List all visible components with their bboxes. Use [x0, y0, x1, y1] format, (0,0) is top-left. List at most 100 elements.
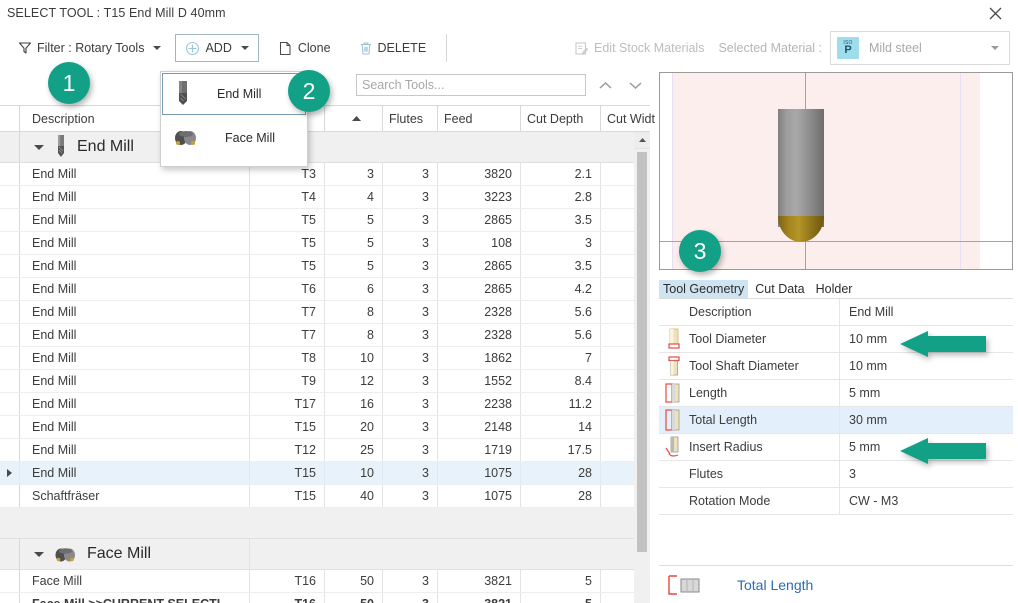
clone-label: Clone	[297, 41, 331, 55]
cell-description: End Mill	[20, 255, 250, 277]
cell-cut-depth: 3.5	[521, 255, 601, 277]
iso-material-badge: ISO P	[837, 37, 859, 59]
tab-holder[interactable]: Holder	[812, 280, 857, 298]
table-row[interactable]: End MillT912315528.43.6	[0, 370, 650, 393]
cell-feed: 3821	[438, 593, 521, 603]
callout-badge-1: 1	[48, 62, 90, 104]
material-select[interactable]: ISO P Mild steel	[830, 31, 1010, 65]
table-row[interactable]: SchaftfräserT1540310752812	[0, 485, 650, 508]
table-row[interactable]: End MillT78323285.62.4	[0, 324, 650, 347]
property-label: Tool Shaft Diameter	[689, 353, 840, 379]
tab-tool-geometry[interactable]: Tool Geometry	[659, 280, 749, 298]
cell-tool: T6	[250, 278, 325, 300]
add-dropdown-menu[interactable]: End Mill Face Mill	[160, 71, 308, 167]
grid-header-feed[interactable]: Feed	[438, 106, 521, 131]
chevron-down-icon[interactable]	[153, 46, 162, 50]
grid-group-row[interactable]: End Mill	[0, 132, 650, 163]
scroll-up-button[interactable]	[634, 132, 650, 149]
table-row[interactable]: End MillT66328654.21.8	[0, 278, 650, 301]
search-input[interactable]	[356, 74, 586, 96]
add-button[interactable]: ADD	[175, 34, 259, 62]
property-value[interactable]: 30 mm	[840, 407, 1013, 433]
row-indicator	[0, 255, 20, 277]
property-row[interactable]: Description End Mill	[659, 299, 1013, 326]
table-row[interactable]: End MillT17163223811.24.8	[0, 393, 650, 416]
select-tool-dialog: SELECT TOOL : T15 End Mill D 40mm Filter…	[0, 0, 1018, 603]
property-row[interactable]: Tool Shaft Diameter 10 mm	[659, 353, 1013, 380]
property-value[interactable]: 3	[840, 461, 1013, 487]
menu-item-end-mill[interactable]: End Mill	[162, 73, 306, 115]
grid-header-cut-depth[interactable]: Cut Depth	[521, 106, 601, 131]
table-row[interactable]: End MillT8103186273	[0, 347, 650, 370]
dialog-title: SELECT TOOL : T15 End Mill D 40mm	[7, 6, 226, 20]
property-row[interactable]: Length 5 mm	[659, 380, 1013, 407]
selected-material-label: Selected Material :	[718, 41, 822, 55]
property-value[interactable]: CW - M3	[840, 488, 1013, 514]
delete-button[interactable]: DELETE	[351, 34, 435, 62]
material-chevron-down-icon[interactable]	[991, 46, 999, 50]
grid-group-row[interactable]: Face Mill	[0, 539, 650, 570]
row-indicator	[0, 232, 20, 254]
cell-feed: 2865	[438, 255, 521, 277]
callout-badge-2: 2	[288, 70, 330, 112]
cell-diameter: 12	[325, 370, 383, 392]
annotation-arrow-tool-diameter	[898, 331, 988, 357]
cell-description: End Mill	[20, 324, 250, 346]
table-row[interactable]: End MillT44332232.81.2	[0, 186, 650, 209]
table-row[interactable]: End MillT78323285.62.4	[0, 301, 650, 324]
cell-description: Face Mill	[20, 570, 250, 592]
material-value: Mild steel	[869, 41, 922, 55]
edit-stock-materials-button[interactable]: Edit Stock Materials	[574, 41, 704, 56]
grid-header-diameter-sort[interactable]	[325, 106, 383, 131]
group-row-rest	[250, 539, 650, 569]
clone-button[interactable]: Clone	[271, 34, 339, 62]
filter-button[interactable]: Filter : Rotary Tools	[10, 34, 169, 62]
insert-radius-icon	[659, 434, 689, 460]
property-row[interactable]: Rotation Mode CW - M3	[659, 488, 1013, 515]
table-row[interactable]: End MillT55328653.51.5	[0, 209, 650, 232]
grid-body[interactable]: End MillEnd MillT33338202.10.9End MillT4…	[0, 132, 650, 603]
collapse-icon[interactable]	[34, 144, 44, 150]
grid-header-flutes[interactable]: Flutes	[383, 106, 438, 131]
none	[659, 299, 689, 325]
row-indicator	[0, 347, 20, 369]
table-row[interactable]: End MillT55328653.51.5	[0, 255, 650, 278]
annotation-arrow-insert-radius	[898, 438, 988, 464]
cell-flutes: 3	[383, 163, 438, 185]
table-row[interactable]: Face MillT165033821540	[0, 570, 650, 593]
property-label: Insert Radius	[689, 434, 840, 460]
property-row[interactable]: Flutes 3	[659, 461, 1013, 488]
property-value[interactable]: End Mill	[840, 299, 1013, 325]
cell-diameter: 50	[325, 570, 383, 592]
cell-tool: T17	[250, 393, 325, 415]
cell-diameter: 20	[325, 416, 383, 438]
cell-feed: 1075	[438, 462, 521, 484]
iso-badge-letter: P	[844, 43, 852, 56]
table-row[interactable]: End MillT33338202.10.9	[0, 163, 650, 186]
cell-description: Face Mill >>CURRENT SELECTI...	[20, 593, 250, 603]
menu-item-face-mill[interactable]: Face Mill	[161, 116, 307, 160]
table-row[interactable]: End MillT152032148146	[0, 416, 650, 439]
property-value[interactable]: 5 mm	[840, 380, 1013, 406]
property-row[interactable]: Total Length 30 mm	[659, 407, 1013, 434]
grid-vertical-scrollbar[interactable]	[634, 132, 650, 603]
add-chevron-down-icon[interactable]	[240, 46, 249, 50]
table-row[interactable]: End MillT12253171917.57.5	[0, 439, 650, 462]
cell-diameter: 16	[325, 393, 383, 415]
tab-cut-data[interactable]: Cut Data	[751, 280, 808, 298]
chevron-up-icon[interactable]	[594, 74, 616, 96]
table-row[interactable]: Face Mill >>CURRENT SELECTI...T165033821…	[0, 593, 650, 603]
group-label-cell[interactable]: Face Mill	[20, 539, 250, 569]
chevron-down-icon[interactable]	[624, 74, 646, 96]
cell-description: End Mill	[20, 347, 250, 369]
collapse-icon[interactable]	[34, 551, 44, 557]
cell-flutes: 3	[383, 370, 438, 392]
close-icon[interactable]	[982, 3, 1008, 23]
row-indicator	[0, 186, 20, 208]
cell-flutes: 3	[383, 462, 438, 484]
add-label: ADD	[205, 41, 232, 55]
table-row[interactable]: End MillT1510310752812	[0, 462, 650, 485]
property-label: Rotation Mode	[689, 488, 840, 514]
table-row[interactable]: End MillT55310831.5	[0, 232, 650, 255]
scrollbar-thumb[interactable]	[637, 152, 647, 552]
